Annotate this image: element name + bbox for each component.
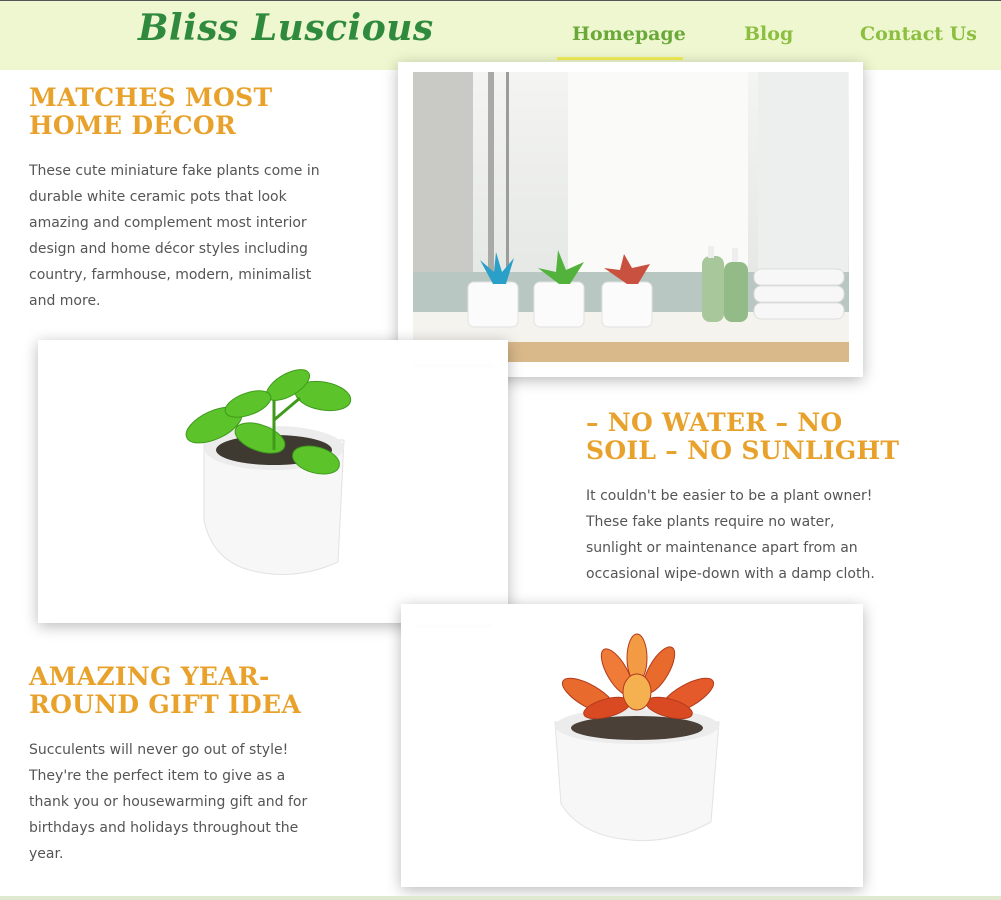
nav-homepage[interactable]: Homepage xyxy=(572,23,686,45)
section-heading-home-decor: MATCHES MOST HOME DÉCOR xyxy=(29,84,272,140)
red-succulent-image xyxy=(401,604,863,887)
heading-line: AMAZING YEAR- xyxy=(29,662,270,691)
bathroom-scene-image xyxy=(398,62,863,377)
heading-line: MATCHES MOST xyxy=(29,83,273,112)
section-text-home-decor: These cute miniature fake plants come in… xyxy=(29,163,320,309)
nav-blog[interactable]: Blog xyxy=(744,23,793,45)
footer-strip xyxy=(0,896,1001,900)
heading-line: SOIL – NO SUNLIGHT xyxy=(586,436,900,465)
brand-logo[interactable]: Bliss Luscious xyxy=(138,7,434,49)
nav-active-indicator xyxy=(557,57,683,60)
green-succulent-image xyxy=(38,340,508,623)
heading-line: – NO WATER – NO xyxy=(586,408,843,437)
section-text-gift-idea: Succulents will never go out of style! T… xyxy=(29,742,308,862)
site-header: Bliss Luscious Homepage Blog Contact Us xyxy=(0,1,1001,70)
section-text-no-water: It couldn't be easier to be a plant owne… xyxy=(586,488,875,582)
heading-line: ROUND GIFT IDEA xyxy=(29,690,302,719)
nav-contact-us[interactable]: Contact Us xyxy=(860,23,977,45)
section-heading-no-water: – NO WATER – NO SOIL – NO SUNLIGHT xyxy=(586,409,899,465)
section-heading-gift-idea: AMAZING YEAR- ROUND GIFT IDEA xyxy=(29,663,301,719)
heading-line: HOME DÉCOR xyxy=(29,111,237,140)
